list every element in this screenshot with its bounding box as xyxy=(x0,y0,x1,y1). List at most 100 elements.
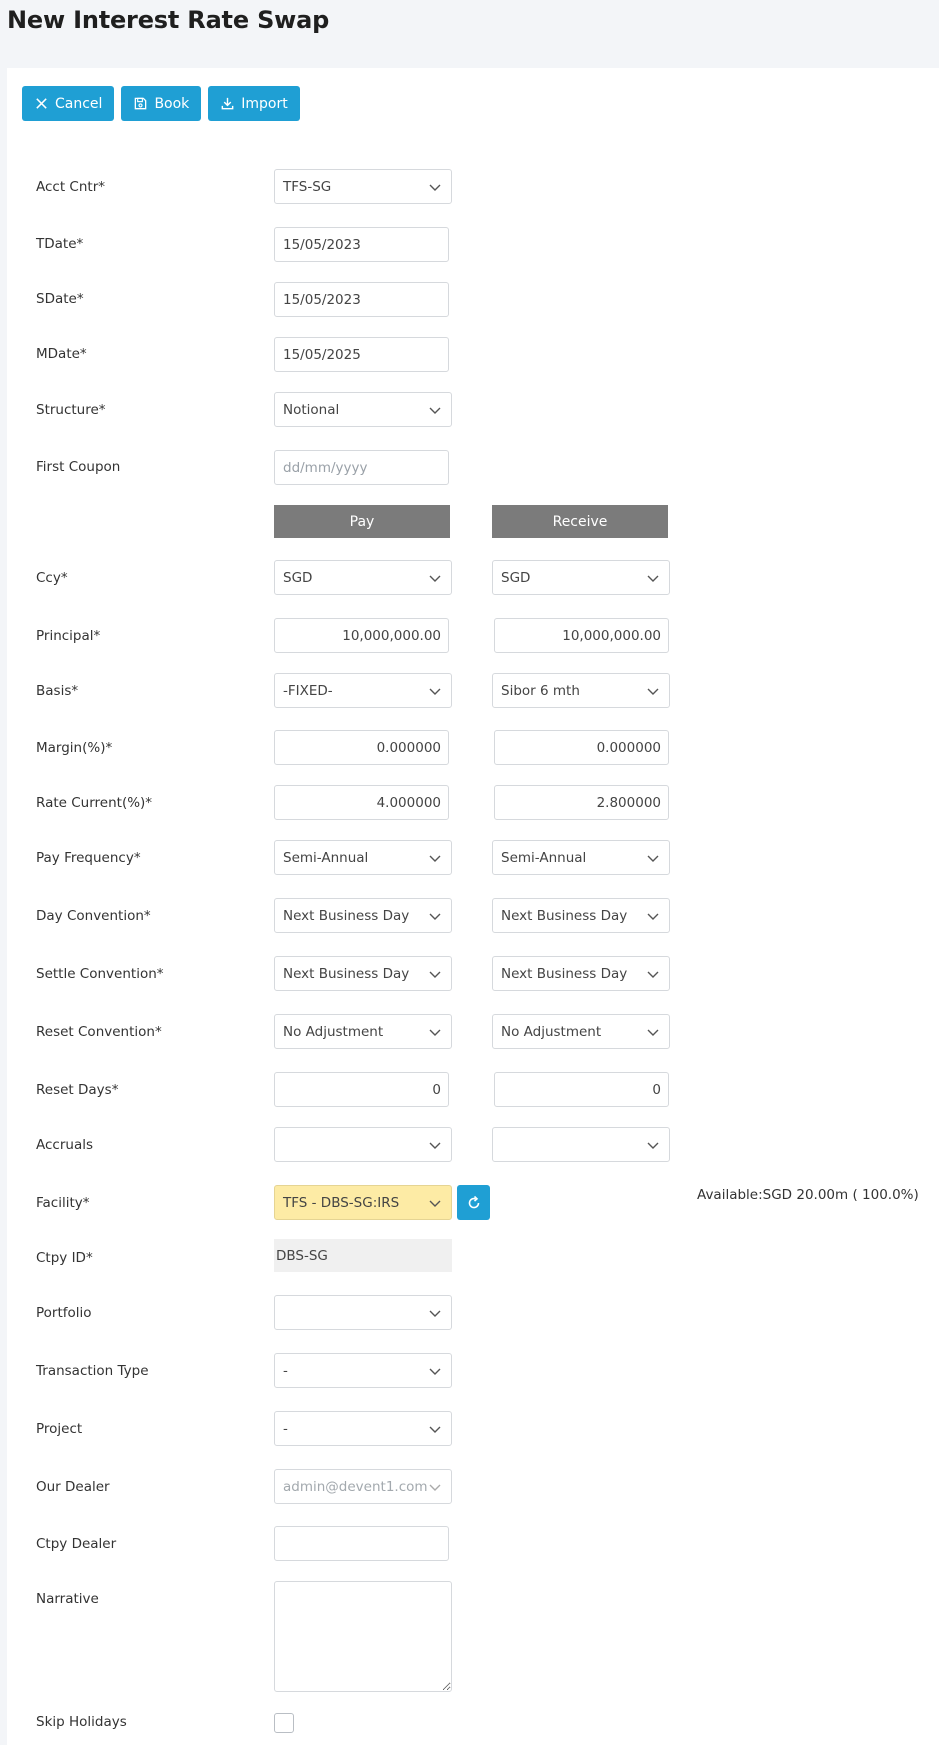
our-dealer-label: Our Dealer xyxy=(36,1479,110,1495)
pay-reset-days-input[interactable]: 0 xyxy=(274,1072,449,1107)
receive-settle-convention-value: Next Business Day xyxy=(501,965,628,982)
receive-rate-current-input[interactable]: 2.800000 xyxy=(494,785,669,820)
sdate-value: 15/05/2023 xyxy=(283,291,361,308)
book-button[interactable]: Book xyxy=(121,86,202,121)
pay-pay-frequency-select[interactable]: Semi-Annual xyxy=(274,840,452,875)
cancel-button[interactable]: Cancel xyxy=(22,86,115,121)
pay-principal-input[interactable]: 10,000,000.00 xyxy=(274,618,449,653)
acct-cntr-select[interactable]: TFS-SG xyxy=(274,169,452,204)
receive-pay-frequency-select[interactable]: Semi-Annual xyxy=(492,840,670,875)
receive-pay-frequency-value: Semi-Annual xyxy=(501,849,587,866)
facility-value: TFS - DBS-SG:IRS xyxy=(283,1194,400,1211)
pay-reset-convention-value: No Adjustment xyxy=(283,1023,384,1040)
book-button-label: Book xyxy=(154,95,190,112)
project-value: - xyxy=(283,1420,288,1437)
chevron-down-icon xyxy=(429,971,441,978)
chevron-down-icon xyxy=(429,1426,441,1433)
pay-margin-input[interactable]: 0.000000 xyxy=(274,730,449,765)
import-button-label: Import xyxy=(241,95,288,112)
portfolio-select[interactable] xyxy=(274,1295,452,1330)
import-button[interactable]: Import xyxy=(208,86,300,121)
margin-label: Margin(%)* xyxy=(36,740,113,756)
ctpy-dealer-input[interactable] xyxy=(274,1526,449,1561)
pay-ccy-select[interactable]: SGD xyxy=(274,560,452,595)
receive-principal-value: 10,000,000.00 xyxy=(562,627,661,644)
receive-principal-input[interactable]: 10,000,000.00 xyxy=(494,618,669,653)
pay-reset-convention-select[interactable]: No Adjustment xyxy=(274,1014,452,1049)
pay-principal-value: 10,000,000.00 xyxy=(342,627,441,644)
chevron-down-icon xyxy=(429,575,441,582)
chevron-down-icon xyxy=(647,1142,659,1149)
chevron-down-icon xyxy=(429,1029,441,1036)
our-dealer-select[interactable]: admin@devent1.com xyxy=(274,1469,452,1504)
chevron-down-icon xyxy=(647,688,659,695)
narrative-textarea[interactable] xyxy=(274,1581,452,1692)
first-coupon-placeholder: dd/mm/yyyy xyxy=(283,459,368,476)
pay-basis-value: -FIXED- xyxy=(283,682,333,699)
save-icon xyxy=(135,97,147,110)
ctpy-id-value: DBS-SG xyxy=(274,1239,452,1272)
chevron-down-icon xyxy=(429,1484,441,1491)
receive-reset-convention-select[interactable]: No Adjustment xyxy=(492,1014,670,1049)
pay-day-convention-value: Next Business Day xyxy=(283,907,410,924)
transaction-type-select[interactable]: - xyxy=(274,1353,452,1388)
page-title: New Interest Rate Swap xyxy=(7,6,330,34)
pay-ccy-value: SGD xyxy=(283,569,313,586)
sdate-input[interactable]: 15/05/2023 xyxy=(274,282,449,317)
refresh-facility-button[interactable] xyxy=(457,1185,490,1220)
pay-settle-convention-select[interactable]: Next Business Day xyxy=(274,956,452,991)
pay-basis-select[interactable]: -FIXED- xyxy=(274,673,452,708)
basis-label: Basis* xyxy=(36,683,79,699)
receive-basis-select[interactable]: Sibor 6 mth xyxy=(492,673,670,708)
chevron-down-icon xyxy=(429,688,441,695)
ctpy-dealer-label: Ctpy Dealer xyxy=(36,1536,117,1552)
pay-frequency-label: Pay Frequency* xyxy=(36,850,141,866)
our-dealer-value: admin@devent1.com xyxy=(283,1478,428,1495)
chevron-down-icon xyxy=(647,971,659,978)
receive-ccy-value: SGD xyxy=(501,569,531,586)
receive-settle-convention-select[interactable]: Next Business Day xyxy=(492,956,670,991)
first-coupon-input[interactable]: dd/mm/yyyy xyxy=(274,450,449,485)
receive-day-convention-value: Next Business Day xyxy=(501,907,628,924)
pay-column-header: Pay xyxy=(274,505,450,538)
receive-accruals-select[interactable] xyxy=(492,1127,670,1162)
chevron-down-icon xyxy=(429,1200,441,1207)
sdate-label: SDate* xyxy=(36,291,84,307)
narrative-label: Narrative xyxy=(36,1591,99,1607)
cancel-button-label: Cancel xyxy=(55,95,103,112)
facility-available-text: Available:SGD 20.00m ( 100.0%) xyxy=(697,1187,919,1203)
chevron-down-icon xyxy=(647,855,659,862)
ctpy-id-label: Ctpy ID* xyxy=(36,1250,93,1266)
receive-margin-input[interactable]: 0.000000 xyxy=(494,730,669,765)
pay-rate-current-input[interactable]: 4.000000 xyxy=(274,785,449,820)
receive-ccy-select[interactable]: SGD xyxy=(492,560,670,595)
day-convention-label: Day Convention* xyxy=(36,908,151,924)
transaction-type-label: Transaction Type xyxy=(36,1363,149,1379)
facility-select[interactable]: TFS - DBS-SG:IRS xyxy=(274,1185,452,1220)
structure-select[interactable]: Notional xyxy=(274,392,452,427)
receive-reset-convention-value: No Adjustment xyxy=(501,1023,602,1040)
tdate-input[interactable]: 15/05/2023 xyxy=(274,227,449,262)
pay-accruals-select[interactable] xyxy=(274,1127,452,1162)
receive-reset-days-input[interactable]: 0 xyxy=(494,1072,669,1107)
acct-cntr-label: Acct Cntr* xyxy=(36,179,106,195)
mdate-input[interactable]: 15/05/2025 xyxy=(274,337,449,372)
chevron-down-icon xyxy=(429,1142,441,1149)
tdate-label: TDate* xyxy=(36,236,84,252)
structure-label: Structure* xyxy=(36,402,106,418)
chevron-down-icon xyxy=(429,407,441,414)
pay-day-convention-select[interactable]: Next Business Day xyxy=(274,898,452,933)
tdate-value: 15/05/2023 xyxy=(283,236,361,253)
skip-holidays-checkbox[interactable] xyxy=(274,1713,294,1733)
chevron-down-icon xyxy=(429,855,441,862)
receive-day-convention-select[interactable]: Next Business Day xyxy=(492,898,670,933)
principal-label: Principal* xyxy=(36,628,101,644)
mdate-label: MDate* xyxy=(36,346,87,362)
pay-margin-value: 0.000000 xyxy=(376,739,441,756)
chevron-down-icon xyxy=(429,184,441,191)
close-icon xyxy=(36,98,47,109)
project-select[interactable]: - xyxy=(274,1411,452,1446)
chevron-down-icon xyxy=(647,1029,659,1036)
chevron-down-icon xyxy=(429,1368,441,1375)
pay-rate-current-value: 4.000000 xyxy=(376,794,441,811)
